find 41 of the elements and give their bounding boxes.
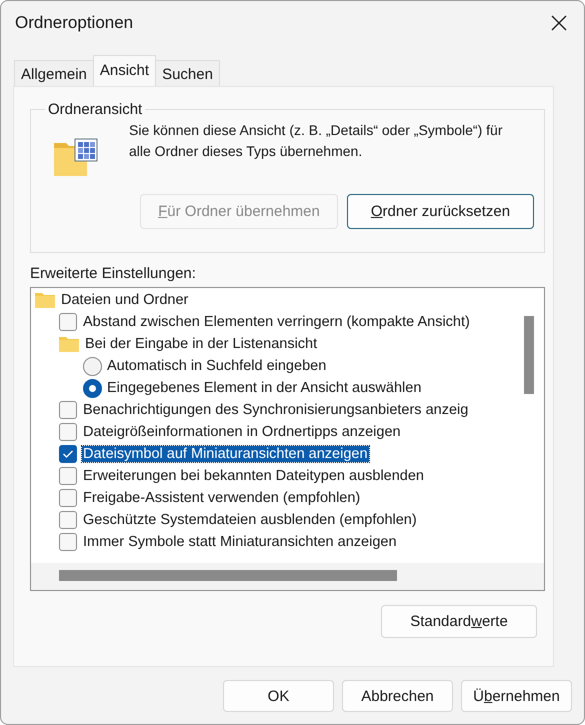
scrollbar-thumb[interactable] [59, 570, 397, 581]
setting-label[interactable]: Automatisch in Suchfeld eingeben [106, 358, 328, 374]
folder-icon [35, 292, 55, 308]
section-label: Erweiterte Einstellungen: [30, 265, 197, 282]
setting-label[interactable]: Dateisymbol auf Miniaturansichten anzeigen [82, 446, 369, 462]
folder-grid-icon [53, 138, 99, 178]
tab[interactable]: Ansicht [92, 55, 156, 86]
window-title: Ordneroptionen [15, 13, 134, 33]
setting-label[interactable]: Eingegebenes Element in der Ansicht auswählen [106, 380, 422, 396]
setting-label[interactable]: Benachrichtigungen des Synchronisierungsanbieters anzeig [82, 402, 470, 418]
defaults-button[interactable]: Standardwerte [381, 605, 537, 638]
setting-label[interactable]: Dateien und Ordner [60, 292, 190, 308]
checkbox[interactable] [59, 401, 77, 419]
setting-label[interactable]: Freigabe-Assistent verwenden (empfohlen) [82, 490, 362, 506]
radio-button[interactable] [83, 356, 102, 376]
dialog-button[interactable]: OK [223, 680, 334, 712]
setting-label[interactable]: Bei der Eingabe in der Listenansicht [84, 336, 318, 352]
setting-label[interactable]: Immer Symbole statt Miniaturansichten anzeigen [82, 534, 398, 550]
dialog-button[interactable]: Übernehmen [461, 680, 572, 712]
checkbox[interactable] [59, 445, 77, 463]
checkmark-icon [62, 449, 74, 459]
action-button[interactable]: Ordner zurücksetzen [347, 194, 534, 229]
setting-label[interactable]: Abstand zwischen Elementen verringern (kompakte Ansicht) [82, 314, 471, 330]
setting-label[interactable]: Dateigrößeinformationen in Ordnertipps anzeigen [82, 424, 402, 440]
checkbox[interactable] [59, 489, 77, 507]
description-text: Sie können diese Ansicht (z. B. „Details“ oder „Symbole“) für alle Ordner dieses Typs übernehmen. [129, 121, 504, 161]
folder-icon [59, 336, 79, 352]
close-icon[interactable] [550, 14, 568, 32]
tab[interactable]: Suchen [155, 60, 220, 86]
radio-button[interactable] [83, 378, 102, 398]
checkbox[interactable] [59, 533, 77, 551]
checkbox[interactable] [59, 313, 77, 331]
checkbox[interactable] [59, 423, 77, 441]
setting-label[interactable]: Erweiterungen bei bekannten Dateitypen ausblenden [82, 468, 425, 484]
checkbox[interactable] [59, 467, 77, 485]
dialog-button[interactable]: Abbrechen [342, 680, 453, 712]
tab[interactable]: Allgemein [14, 60, 94, 86]
checkbox[interactable] [59, 511, 77, 529]
scrollbar-thumb[interactable] [524, 316, 534, 394]
group-title: Ordneransicht [47, 101, 144, 118]
setting-label[interactable]: Geschützte Systemdateien ausblenden (empfohlen) [82, 512, 418, 528]
